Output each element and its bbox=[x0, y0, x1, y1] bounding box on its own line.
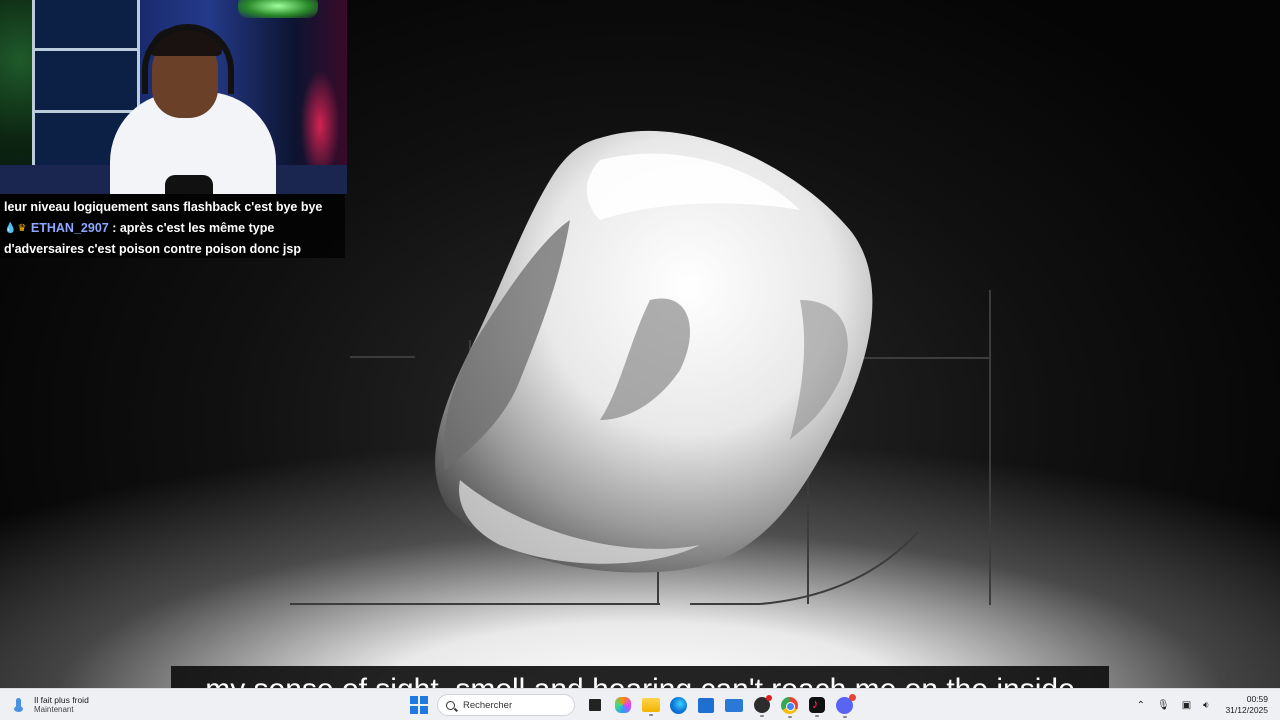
chat-message: leur niveau logiquement sans flashback c… bbox=[4, 200, 323, 214]
discord-icon[interactable] bbox=[836, 693, 856, 718]
clock-date: 31/12/2025 bbox=[1225, 705, 1268, 715]
windows-start-icon[interactable] bbox=[410, 696, 428, 714]
taskbar-clock[interactable]: 00:59 31/12/2025 bbox=[1225, 694, 1268, 716]
drop-badge-icon: 💧 bbox=[4, 223, 17, 234]
chat-message: 💧♛ ETHAN_2907 : après c'est les même typ… bbox=[4, 218, 341, 239]
chat-username[interactable]: ETHAN_2907 bbox=[31, 221, 109, 235]
chrome-icon[interactable] bbox=[781, 696, 798, 718]
weather-subtitle: Maintenant bbox=[34, 705, 74, 714]
volume-icon[interactable]: 🔉︎ bbox=[1203, 700, 1209, 711]
weather-icon bbox=[12, 698, 26, 712]
microphone-icon[interactable]: 🎙︎ bbox=[1157, 700, 1170, 711]
search-icon bbox=[446, 700, 455, 710]
weather-widget[interactable]: Il fait plus froid Maintenant bbox=[12, 693, 89, 717]
task-view-icon[interactable] bbox=[589, 699, 601, 711]
chat-message-continuation: d'adversaires c'est poison contre poison… bbox=[4, 242, 301, 256]
taskbar-search-box[interactable]: Rechercher bbox=[437, 694, 575, 716]
stream-chat-overlay: leur niveau logiquement sans flashback c… bbox=[0, 194, 345, 258]
mail-icon[interactable] bbox=[725, 698, 743, 712]
file-explorer-icon[interactable] bbox=[642, 698, 660, 716]
video-subtitle: my sense of sight, smell and hearing can… bbox=[171, 666, 1109, 688]
tiktok-icon[interactable] bbox=[809, 696, 825, 717]
system-tray: ⌃ 🎙︎ ▣ 🔉︎ 00:59 31/12/2025 bbox=[1131, 689, 1280, 720]
subtitle-text: my sense of sight, smell and hearing can… bbox=[171, 670, 1109, 688]
neon-sign bbox=[238, 0, 318, 18]
search-placeholder: Rechercher bbox=[463, 699, 513, 711]
chevron-up-icon[interactable]: ⌃ bbox=[1137, 700, 1145, 711]
crown-badge-icon: ♛ bbox=[17, 223, 27, 234]
chrome-blob bbox=[435, 130, 873, 573]
microsoft-store-icon[interactable] bbox=[698, 697, 714, 713]
edge-browser-icon[interactable] bbox=[670, 696, 687, 714]
network-icon[interactable]: ▣ bbox=[1182, 700, 1191, 711]
weather-title: Il fait plus froid bbox=[34, 695, 89, 705]
streamer-webcam bbox=[0, 0, 347, 194]
chat-text: : après c'est les même type bbox=[108, 221, 275, 235]
obs-icon[interactable] bbox=[754, 695, 772, 717]
clock-time: 00:59 bbox=[1246, 694, 1268, 704]
microphone bbox=[165, 175, 213, 194]
windows-taskbar: Il fait plus froid Maintenant Rechercher… bbox=[0, 688, 1280, 720]
copilot-icon[interactable] bbox=[615, 697, 631, 713]
taskbar-pinned-apps: Rechercher bbox=[408, 692, 858, 718]
neon-light bbox=[300, 70, 340, 180]
